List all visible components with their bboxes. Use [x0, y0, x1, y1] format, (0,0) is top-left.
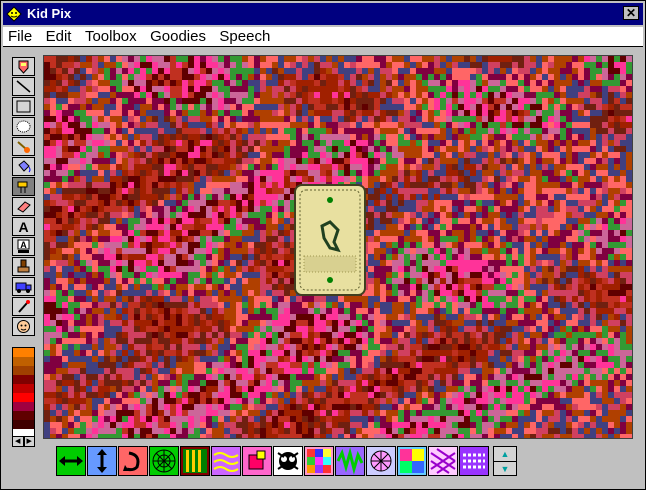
palette-left-arrow-icon[interactable]: ◀ — [12, 436, 24, 447]
menu-file[interactable]: File — [4, 27, 36, 45]
stripes-icon — [186, 450, 201, 472]
moving-van-text-tool-button[interactable]: A — [12, 237, 35, 256]
flip-horizontal-icon — [59, 456, 83, 466]
eyedropper-tool-button[interactable] — [12, 297, 35, 316]
spider-web-option[interactable] — [149, 446, 179, 476]
kid-pix-window: Kid Pix ✕ File Edit Toolbox Goodies Spee… — [0, 0, 646, 490]
dotted-lines-icon — [463, 453, 485, 469]
scramble-icon — [336, 447, 364, 475]
scramble-option[interactable] — [335, 446, 365, 476]
tile-option[interactable] — [397, 446, 427, 476]
menu-bar: File Edit Toolbox Goodies Speech — [3, 27, 643, 47]
rubber-stamp-tool-icon — [17, 259, 30, 273]
palette-arrows: ◀ ▶ — [12, 436, 35, 447]
palette-swatch[interactable] — [13, 384, 34, 393]
flip-vertical-option[interactable] — [87, 446, 117, 476]
menu-speech[interactable]: Speech — [215, 27, 274, 45]
palette-swatch[interactable] — [13, 366, 34, 375]
menu-toolbox[interactable]: Toolbox — [81, 27, 141, 45]
eraser-tool-icon — [17, 201, 31, 213]
svg-text:A: A — [20, 240, 27, 250]
scroll-down-arrow-icon[interactable]: ▼ — [494, 462, 516, 475]
palette-swatch[interactable] — [13, 348, 34, 357]
mixer-card-art — [299, 189, 361, 291]
wacky-pencil-tool-button[interactable] — [12, 57, 35, 76]
client-area: AA ◀ ▶ ▲ ▼ — [3, 48, 643, 489]
moving-van-text-tool-icon: A — [17, 239, 30, 253]
palette-right-arrow-icon[interactable]: ▶ — [23, 436, 35, 447]
rectangle-tool-icon — [16, 100, 31, 113]
flip-vertical-icon — [97, 449, 107, 473]
paint-bucket-tool-icon — [18, 160, 31, 173]
text-tool-button[interactable]: A — [12, 217, 35, 236]
electric-mixer-tool-button[interactable] — [12, 177, 35, 196]
rotate-option[interactable] — [118, 446, 148, 476]
rectangle-tool-button[interactable] — [12, 97, 35, 116]
moving-van-tool-icon — [15, 282, 32, 293]
svg-text:A: A — [18, 219, 28, 234]
wavy-lines-icon — [213, 452, 239, 472]
window-title: Kid Pix — [27, 6, 72, 21]
oval-tool-button[interactable] — [12, 117, 35, 136]
palette-swatch[interactable] — [13, 375, 34, 384]
close-button[interactable]: ✕ — [623, 6, 639, 20]
options-scroll-buttons: ▲ ▼ — [493, 446, 517, 476]
undo-guy-button[interactable] — [12, 317, 35, 336]
mixer-card — [294, 184, 366, 296]
pattern-option[interactable] — [366, 446, 396, 476]
black-and-white-option[interactable] — [273, 446, 303, 476]
palette-swatch[interactable] — [13, 402, 34, 411]
magnify-option[interactable] — [242, 446, 272, 476]
tile-icon — [400, 449, 424, 473]
palette-swatch[interactable] — [13, 393, 34, 402]
rotate-icon — [123, 451, 140, 472]
spider-web-icon — [152, 449, 176, 473]
flip-horizontal-option[interactable] — [56, 446, 86, 476]
tool-palette: AA — [12, 57, 35, 339]
moving-van-tool-button[interactable] — [12, 277, 35, 296]
text-tool-icon: A — [18, 219, 28, 234]
dotted-lines-option[interactable] — [459, 446, 489, 476]
mosaic-icon — [307, 449, 331, 473]
electric-mixer-tool-icon — [17, 181, 28, 193]
eraser-tool-button[interactable] — [12, 197, 35, 216]
oval-tool-icon — [16, 120, 31, 133]
paint-brush-tool-icon — [17, 141, 30, 153]
menu-edit[interactable]: Edit — [42, 27, 76, 45]
black-and-white-icon — [277, 452, 299, 470]
title-bar[interactable]: Kid Pix ✕ — [3, 3, 643, 25]
palette-swatch[interactable] — [13, 411, 34, 420]
weave-option[interactable] — [428, 446, 458, 476]
palette-swatch[interactable] — [13, 357, 34, 366]
pattern-icon — [370, 450, 392, 472]
magnify-icon — [248, 450, 266, 470]
close-icon: ✕ — [625, 6, 637, 20]
wacky-pencil-tool-icon — [18, 60, 29, 74]
undo-guy-icon — [17, 320, 30, 333]
menu-goodies[interactable]: Goodies — [146, 27, 210, 45]
palette-swatch[interactable] — [13, 420, 34, 429]
paint-brush-tool-button[interactable] — [12, 137, 35, 156]
drawing-canvas[interactable] — [43, 55, 633, 439]
eyedropper-tool-icon — [18, 300, 30, 313]
color-palette[interactable] — [12, 347, 35, 437]
line-tool-button[interactable] — [12, 77, 35, 96]
weave-icon — [430, 448, 456, 474]
line-tool-icon — [16, 80, 31, 93]
kid-pix-app-icon — [6, 6, 22, 22]
rubber-stamp-tool-button[interactable] — [12, 257, 35, 276]
mosaic-option[interactable] — [304, 446, 334, 476]
scroll-up-arrow-icon[interactable]: ▲ — [494, 447, 516, 462]
stripes-option[interactable] — [180, 446, 210, 476]
wavy-lines-option[interactable] — [211, 446, 241, 476]
paint-bucket-tool-button[interactable] — [12, 157, 35, 176]
